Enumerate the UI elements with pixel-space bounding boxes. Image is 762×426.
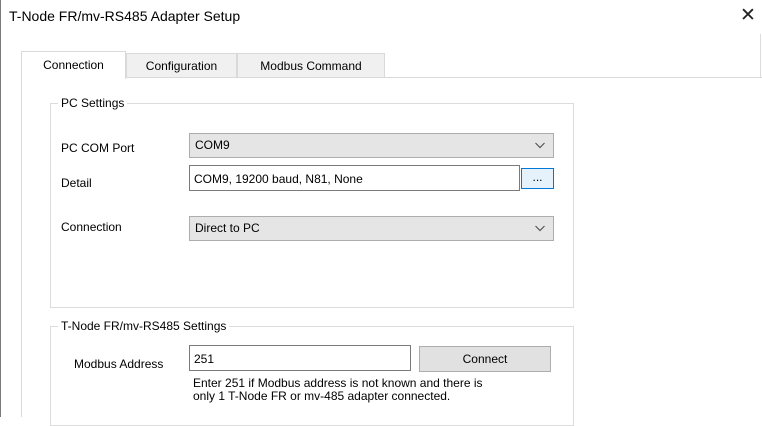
- tab-label: Modbus Command: [260, 59, 362, 73]
- modbus-address-label: Modbus Address: [74, 357, 164, 371]
- modbus-address-field[interactable]: [189, 345, 411, 371]
- modbus-address-input[interactable]: [190, 346, 410, 370]
- chevron-down-icon: [535, 142, 545, 149]
- tab-modbus-command[interactable]: Modbus Command: [237, 53, 385, 78]
- tab-page-connection: PC Settings PC COM Port COM9 Detail ... …: [21, 77, 762, 426]
- pc-settings-group: PC Settings PC COM Port COM9 Detail ... …: [50, 96, 574, 308]
- detail-label: Detail: [61, 176, 92, 190]
- help-text-line-2: only 1 T-Node FR or mv-485 adapter conne…: [193, 389, 451, 403]
- pc-settings-legend: PC Settings: [58, 96, 128, 110]
- pc-com-port-label: PC COM Port: [61, 141, 135, 155]
- dialog-window: T-Node FR/mv-RS485 Adapter Setup ✕ Conne…: [0, 0, 762, 426]
- title-bar: T-Node FR/mv-RS485 Adapter Setup ✕: [1, 0, 761, 34]
- pc-com-port-value: COM9: [195, 138, 230, 152]
- detail-field[interactable]: [189, 165, 520, 191]
- window-title: T-Node FR/mv-RS485 Adapter Setup: [9, 8, 241, 24]
- connect-button[interactable]: Connect: [419, 346, 551, 372]
- connect-label: Connect: [462, 352, 508, 366]
- browse-label: ...: [532, 170, 543, 184]
- browse-button[interactable]: ...: [521, 168, 554, 189]
- tab-configuration[interactable]: Configuration: [126, 53, 237, 78]
- pc-com-port-select[interactable]: COM9: [189, 133, 554, 158]
- tab-connection[interactable]: Connection: [21, 51, 126, 79]
- connection-label: Connection: [61, 220, 122, 234]
- tab-label: Connection: [43, 58, 104, 72]
- tnode-settings-group: T-Node FR/mv-RS485 Settings Modbus Addre…: [50, 319, 574, 426]
- chevron-down-icon: [535, 225, 545, 232]
- connection-select[interactable]: Direct to PC: [189, 216, 554, 241]
- detail-input[interactable]: [190, 166, 519, 190]
- tnode-settings-legend: T-Node FR/mv-RS485 Settings: [58, 319, 230, 333]
- close-icon[interactable]: ✕: [737, 5, 759, 27]
- connection-value: Direct to PC: [195, 221, 260, 235]
- tab-label: Configuration: [145, 59, 218, 73]
